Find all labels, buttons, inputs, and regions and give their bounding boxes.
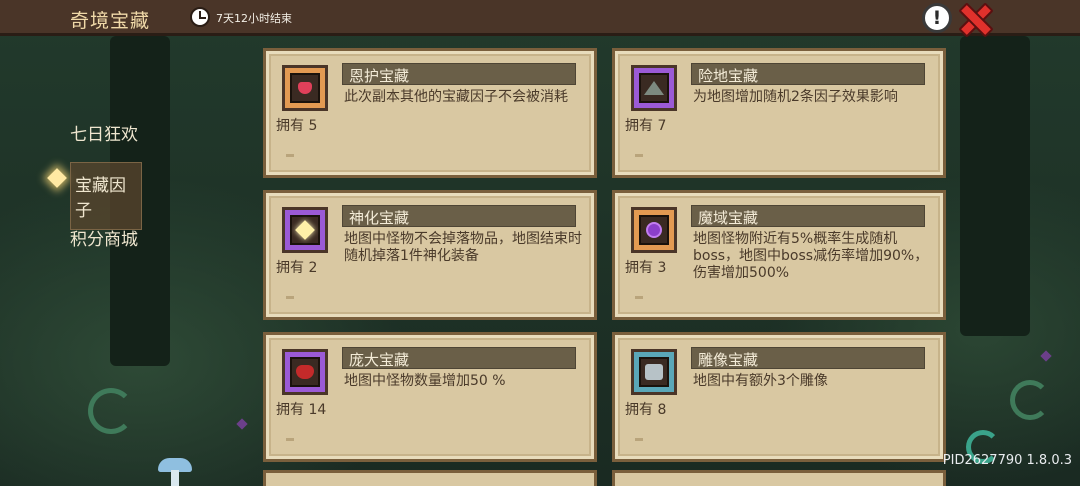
event-timer: 7天12小时结束 — [216, 12, 292, 25]
heart-shield-icon — [298, 82, 312, 94]
card-description: 地图中怪物数量增加50 % — [344, 373, 506, 389]
treasure-card[interactable]: 魔域宝藏 地图怪物附近有5%概率生成随机boss，地图中boss减伤率增加90%… — [612, 190, 946, 320]
treasure-card[interactable]: 险地宝藏 为地图增加随机2条因子效果影响 拥有 7 — [612, 48, 946, 178]
card-description: 为地图增加随机2条因子效果影响 — [693, 89, 898, 105]
card-icon-frame — [282, 65, 328, 111]
dark-orb-icon — [646, 222, 662, 238]
card-description: 地图中怪物不会掉落物品，地图结束时随机掉落1件神化装备 — [344, 231, 582, 264]
card-title-bar: 魔域宝藏 — [691, 205, 925, 227]
info-button[interactable]: ! — [922, 3, 952, 33]
card-description: 此次副本其他的宝藏因子不会被消耗 — [344, 89, 568, 105]
card-title-bar: 险地宝藏 — [691, 63, 925, 85]
treasure-card[interactable]: 神化宝藏 地图中怪物不会掉落物品，地图结束时随机掉落1件神化装备 拥有 2 — [263, 190, 597, 320]
card-icon-frame — [282, 349, 328, 395]
flower-decoration — [1040, 350, 1052, 362]
treasure-card[interactable]: 雕像宝藏 地图中有额外3个雕像 拥有 8 — [612, 332, 946, 462]
fern-decoration — [88, 388, 134, 434]
owned-count: 拥有 2 — [276, 260, 318, 276]
sidebar-item-treasure-factors[interactable]: 宝藏因子 — [70, 162, 142, 230]
card-title: 庞大宝藏 — [349, 351, 410, 369]
treasure-card[interactable]: 恩护宝藏 此次副本其他的宝藏因子不会被消耗 拥有 5 — [263, 48, 597, 178]
exclamation-icon: ! — [932, 7, 942, 29]
card-title: 神化宝藏 — [349, 209, 410, 227]
demon-face-icon — [296, 365, 314, 379]
next-card-partial — [263, 470, 597, 486]
top-bar: 奇境宝藏 7天12小时结束 ! — [0, 0, 1080, 36]
sidebar-item-points-shop[interactable]: 积分商城 — [70, 225, 138, 250]
owned-count: 拥有 7 — [625, 118, 667, 134]
tree-trunk — [960, 36, 1030, 336]
page-title: 奇境宝藏 — [70, 10, 151, 32]
mound-icon — [644, 81, 664, 95]
version-label: PID2627790 1.8.0.3 — [942, 453, 1072, 468]
owned-count: 拥有 14 — [276, 402, 327, 418]
card-icon-frame — [282, 207, 328, 253]
sparkle-icon — [295, 220, 315, 240]
card-title-bar: 神化宝藏 — [342, 205, 576, 227]
card-description: 地图中有额外3个雕像 — [693, 373, 828, 389]
owned-count: 拥有 5 — [276, 118, 318, 134]
owned-count: 拥有 3 — [625, 260, 667, 276]
card-title-bar: 庞大宝藏 — [342, 347, 576, 369]
clock-icon — [190, 7, 210, 27]
mushroom-stem — [171, 470, 179, 486]
flower-decoration — [236, 418, 248, 430]
card-icon-frame — [631, 349, 677, 395]
card-icon-frame — [631, 65, 677, 111]
card-title: 雕像宝藏 — [698, 351, 759, 369]
fern-decoration — [1010, 380, 1050, 420]
card-icon-frame — [631, 207, 677, 253]
card-title: 恩护宝藏 — [349, 67, 410, 85]
card-title: 险地宝藏 — [698, 67, 759, 85]
sidebar-item-seven-day-carnival[interactable]: 七日狂欢 — [70, 120, 138, 145]
card-description: 地图怪物附近有5%概率生成随机boss，地图中boss减伤率增加90%，伤害增加… — [693, 231, 929, 281]
card-title-bar: 恩护宝藏 — [342, 63, 576, 85]
owned-count: 拥有 8 — [625, 402, 667, 418]
card-title: 魔域宝藏 — [698, 209, 759, 227]
statue-icon — [645, 364, 663, 380]
next-card-partial — [612, 470, 946, 486]
close-button[interactable] — [958, 3, 990, 33]
treasure-card[interactable]: 庞大宝藏 地图中怪物数量增加50 % 拥有 14 — [263, 332, 597, 462]
card-title-bar: 雕像宝藏 — [691, 347, 925, 369]
